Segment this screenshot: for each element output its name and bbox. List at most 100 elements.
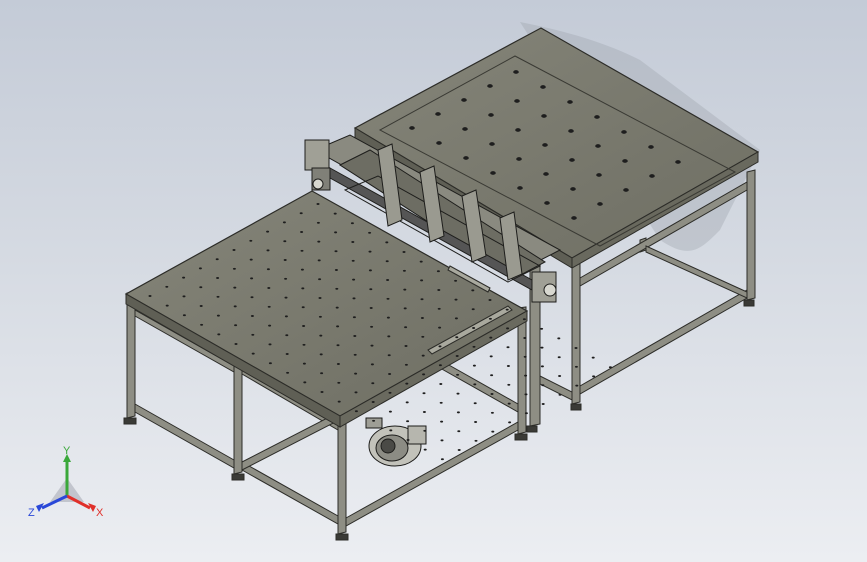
table-hole (403, 288, 407, 291)
table-hole (387, 354, 391, 357)
table-hole (540, 327, 544, 330)
table-hole (300, 231, 304, 233)
table-hole (489, 142, 495, 146)
table-hole (404, 363, 408, 366)
table-hole (284, 277, 288, 280)
table-hole (649, 174, 655, 178)
table-hole (385, 241, 389, 244)
table-hole (352, 297, 356, 300)
table-hole (320, 372, 324, 375)
table-hole (524, 393, 528, 396)
table-hole (540, 365, 544, 368)
table-hole (455, 336, 459, 339)
table-hole (439, 383, 443, 385)
table-hole (267, 305, 271, 308)
table-hole (335, 287, 339, 290)
table-hole (491, 430, 495, 433)
table-hole (436, 270, 440, 273)
table-hole (406, 420, 410, 423)
table-hole (622, 159, 628, 163)
table-hole (351, 259, 355, 262)
table-hole (368, 231, 372, 234)
table-hole (318, 297, 322, 299)
table-hole (370, 344, 374, 347)
table-hole (440, 439, 444, 442)
table-hole (386, 297, 390, 300)
table-hole (473, 383, 477, 386)
table-hole (387, 335, 391, 338)
table-hole (354, 391, 358, 394)
table-hole (337, 400, 341, 403)
table-hole (285, 334, 289, 337)
table-hole (233, 286, 237, 289)
table-hole (487, 84, 493, 88)
table-hole (472, 345, 476, 348)
table-hole (215, 258, 219, 261)
conveyor-table-assembly-model[interactable] (0, 0, 867, 562)
table-hole (439, 401, 443, 404)
table-hole (568, 129, 574, 133)
table-hole (232, 249, 236, 251)
table-hole (541, 384, 545, 387)
table-hole (420, 279, 424, 282)
table-hole (352, 316, 356, 319)
table-hole (182, 314, 186, 317)
cad-graphics-viewport[interactable]: Y X Z (0, 0, 867, 562)
table-hole (438, 364, 442, 367)
table-hole (522, 318, 526, 321)
table-hole (299, 212, 303, 215)
table-hole (284, 296, 288, 299)
table-hole (506, 327, 510, 330)
table-hole (490, 374, 494, 377)
table-hole (388, 410, 392, 413)
table-hole (489, 355, 493, 358)
table-hole (402, 269, 406, 272)
table-hole (488, 299, 492, 301)
table-hole (575, 384, 579, 387)
table-hole (472, 364, 476, 367)
table-hole (591, 356, 595, 359)
table-hole (353, 353, 357, 356)
table-hole (409, 126, 415, 130)
table-hole (386, 316, 390, 319)
table-hole (282, 221, 286, 224)
table-hole (544, 201, 550, 205)
table-hole (474, 439, 478, 442)
table-hole (423, 448, 427, 451)
table-hole (333, 212, 337, 215)
table-hole (249, 258, 253, 261)
table-hole (385, 260, 389, 263)
table-hole (489, 336, 493, 339)
table-hole (543, 172, 549, 176)
table-hole (506, 365, 510, 367)
table-hole (540, 85, 546, 89)
table-hole (371, 382, 375, 385)
table-hole (473, 402, 477, 405)
table-hole (182, 276, 186, 279)
table-hole (567, 100, 573, 104)
vacuum-blower (365, 417, 427, 467)
table-hole (405, 382, 409, 385)
table-hole (623, 188, 629, 192)
table-hole (488, 113, 494, 117)
table-hole (456, 411, 460, 414)
table-hole (268, 324, 272, 327)
table-hole (335, 306, 339, 309)
table-hole (456, 373, 460, 376)
table-hole (354, 410, 358, 413)
table-hole (423, 429, 427, 432)
table-hole (319, 353, 323, 356)
table-hole (148, 295, 152, 297)
table-hole (422, 373, 426, 376)
triad-x-label: X (96, 507, 104, 519)
table-hole (386, 279, 390, 281)
table-hole (436, 141, 442, 145)
table-hole (490, 411, 494, 414)
table-hole (557, 337, 561, 340)
table-hole (198, 267, 202, 270)
table-hole (505, 308, 509, 311)
table-hole (286, 371, 290, 374)
table-hole (517, 186, 523, 190)
table-hole (490, 171, 496, 175)
table-hole (454, 298, 458, 301)
